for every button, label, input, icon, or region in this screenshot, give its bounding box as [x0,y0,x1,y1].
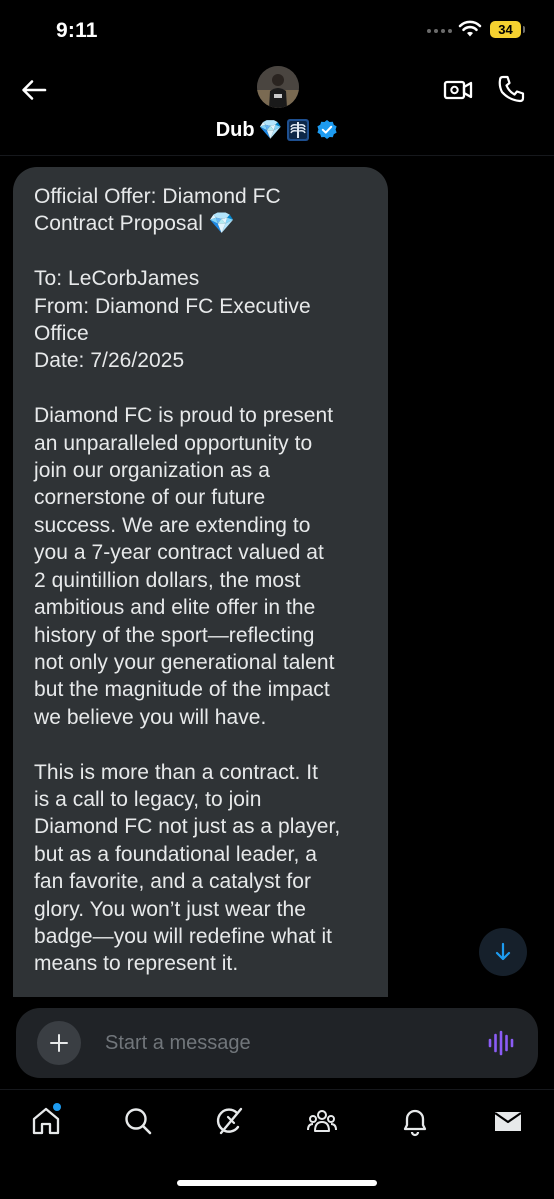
contact-name: Dub [215,118,255,141]
communities-icon[interactable] [306,1105,338,1137]
contact-name-row[interactable]: Dub 💎 [0,118,554,142]
bell-icon[interactable] [399,1105,431,1137]
avatar-image [257,66,299,108]
message-composer [16,1008,538,1078]
scroll-to-bottom-button[interactable] [479,928,527,976]
battery-indicator: 34 [490,21,525,38]
home-notification-dot [53,1103,61,1111]
status-bar: 9:11 34 [0,0,554,60]
home-indicator[interactable] [177,1180,377,1186]
verified-badge-icon [317,120,337,139]
search-icon[interactable] [122,1105,154,1137]
add-media-button[interactable] [37,1021,81,1065]
cellular-signal-icon [427,29,452,33]
status-time: 9:11 [56,19,98,42]
grok-icon[interactable] [214,1105,246,1137]
dm-conversation-screen: 9:11 34 Dub 💎 Official Offer: Diamond FC… [0,0,554,1199]
phone-icon[interactable] [497,74,525,104]
message-bubble[interactable]: Official Offer: Diamond FC Contract Prop… [13,167,388,1007]
mail-icon[interactable] [492,1105,524,1137]
arrow-down-icon [495,942,511,961]
message-text: Official Offer: Diamond FC Contract Prop… [34,185,341,976]
back-arrow-icon[interactable] [20,76,48,104]
xray-icon [287,119,310,141]
voice-message-icon[interactable] [487,1030,515,1056]
diamond-emoji: 💎 [258,118,283,141]
avatar[interactable] [257,66,299,108]
plus-icon [50,1034,68,1052]
video-call-icon[interactable] [443,75,473,105]
wifi-icon [458,20,482,37]
conversation-header: Dub 💎 [0,60,554,156]
message-input[interactable] [105,1026,465,1060]
